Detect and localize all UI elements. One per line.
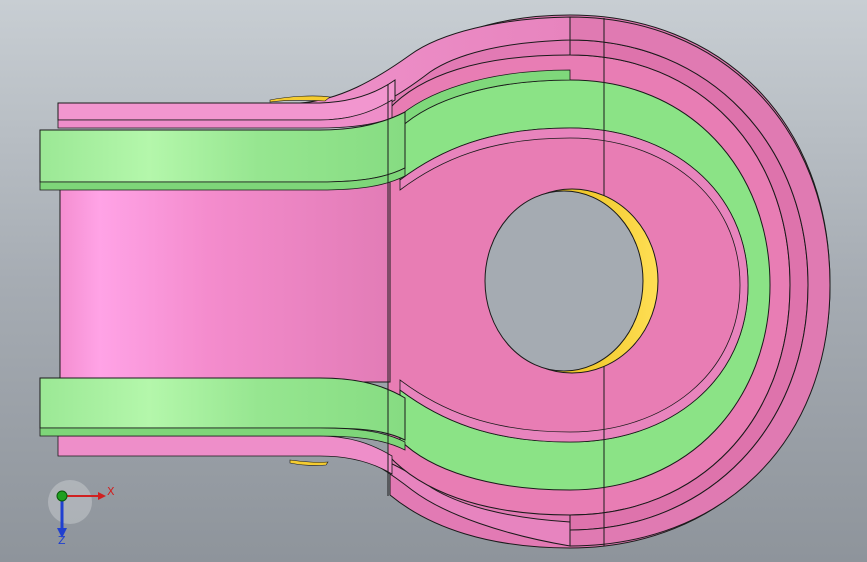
triad-x-arrow-icon	[98, 492, 106, 500]
part-model-view[interactable]	[0, 0, 867, 562]
bore-through-hole	[484, 190, 644, 372]
triad-shadow	[48, 480, 92, 524]
triad-z-label: Z	[58, 534, 66, 547]
shank-body	[59, 181, 391, 383]
triad-y-origin-icon	[56, 490, 68, 502]
coordinate-triad: X Z	[48, 480, 115, 547]
triad-x-label: X	[107, 485, 115, 498]
cad-graphics-viewport[interactable]: X Z	[0, 0, 867, 562]
